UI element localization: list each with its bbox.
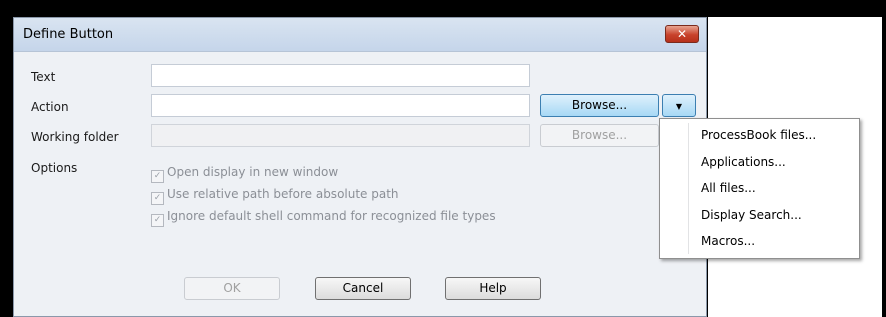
dialog-title: Define Button [23,27,114,42]
checkbox-checked-icon[interactable]: ✓ [151,170,164,183]
option-label: Ignore default shell command for recogni… [167,209,496,223]
checkbox-checked-icon[interactable]: ✓ [151,192,164,205]
title-bar: Define Button ✕ [14,18,706,52]
option-relative-path[interactable]: ✓ Use relative path before absolute path [151,187,399,205]
cancel-button[interactable]: Cancel [315,277,411,300]
close-icon: ✕ [676,27,688,41]
browse-dropdown-button[interactable]: ▼ [662,94,696,117]
menu-item-processbook-files[interactable]: ProcessBook files... [701,128,816,142]
action-label: Action [31,100,69,114]
option-ignore-shell-command[interactable]: ✓ Ignore default shell command for recogn… [151,209,496,227]
option-label: Use relative path before absolute path [167,187,399,201]
help-button[interactable]: Help [445,277,541,300]
menu-item-all-files[interactable]: All files... [701,181,756,195]
action-field[interactable] [151,94,530,117]
chevron-down-icon: ▼ [675,102,683,111]
browse-working-folder-button[interactable]: Browse... [540,124,659,147]
menu-item-applications[interactable]: Applications... [701,155,786,169]
close-button[interactable]: ✕ [665,25,699,43]
option-label: Open display in new window [167,165,339,179]
define-button-dialog: Define Button ✕ Text Action Browse... ▼ … [13,17,707,317]
text-field[interactable] [151,64,530,87]
working-folder-field[interactable] [151,124,530,147]
browse-dropdown-menu: ProcessBook files... Applications... All… [659,118,860,259]
ok-button[interactable]: OK [184,277,280,300]
text-label: Text [31,70,56,84]
menu-gutter [688,123,689,254]
browse-action-button[interactable]: Browse... [540,94,659,117]
option-open-new-window[interactable]: ✓ Open display in new window [151,165,338,183]
checkbox-checked-icon[interactable]: ✓ [151,214,164,227]
working-folder-label: Working folder [31,130,119,144]
menu-item-macros[interactable]: Macros... [701,234,755,248]
options-label: Options [31,161,78,175]
menu-item-display-search[interactable]: Display Search... [701,208,802,222]
